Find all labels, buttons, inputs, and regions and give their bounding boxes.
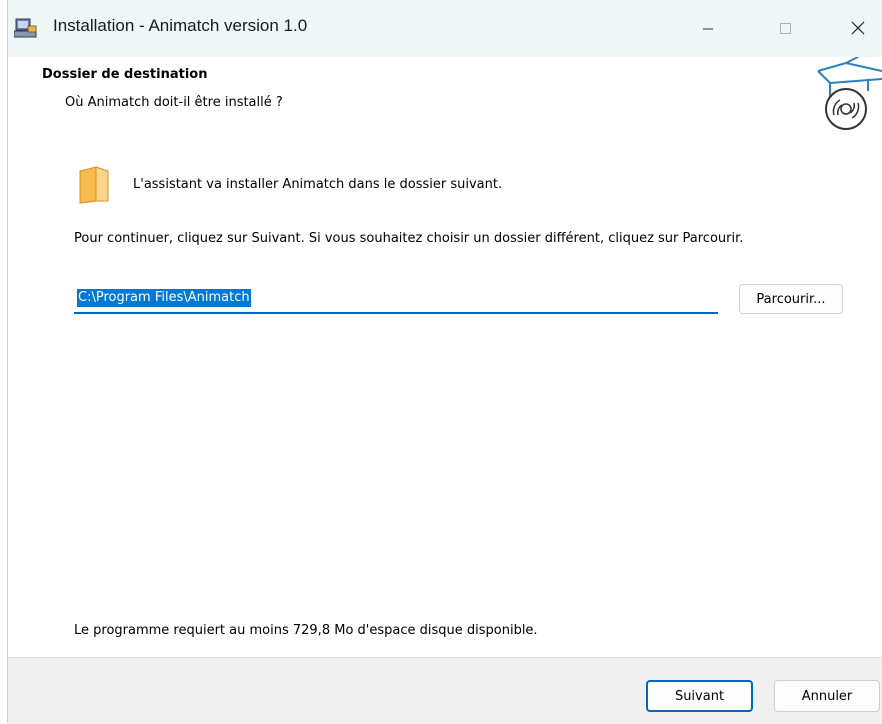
minimize-icon xyxy=(703,28,713,30)
instruction-text: Pour continuer, cliquez sur Suivant. Si … xyxy=(74,231,744,246)
page-title: Dossier de destination xyxy=(42,67,208,82)
page-subtitle: Où Animatch doit-il être installé ? xyxy=(65,95,283,110)
close-button[interactable] xyxy=(828,0,882,57)
title-bar[interactable]: Installation - Animatch version 1.0 xyxy=(8,0,882,57)
destination-path-input[interactable]: C:\Program Files\Animatch xyxy=(74,284,718,314)
maximize-button[interactable] xyxy=(756,0,816,57)
installer-window: Installation - Animatch version 1.0 Doss… xyxy=(8,0,882,724)
button-bar: Suivant Annuler xyxy=(8,657,882,724)
folder-icon xyxy=(78,165,114,209)
maximize-icon xyxy=(780,23,791,34)
disk-space-text: Le programme requiert au moins 729,8 Mo … xyxy=(74,623,538,638)
setup-box-disc-icon xyxy=(808,57,882,147)
page-header: Dossier de destination Où Animatch doit-… xyxy=(8,57,882,149)
minimize-button[interactable] xyxy=(678,0,738,57)
info-text: L'assistant va installer Animatch dans l… xyxy=(133,177,503,192)
close-icon xyxy=(851,21,865,35)
destination-path-value: C:\Program Files\Animatch xyxy=(77,289,251,307)
next-button[interactable]: Suivant xyxy=(646,680,753,712)
browse-button[interactable]: Parcourir... xyxy=(739,284,843,314)
installer-icon xyxy=(13,17,38,39)
cancel-button[interactable]: Annuler xyxy=(774,680,880,712)
window-title: Installation - Animatch version 1.0 xyxy=(53,16,308,35)
